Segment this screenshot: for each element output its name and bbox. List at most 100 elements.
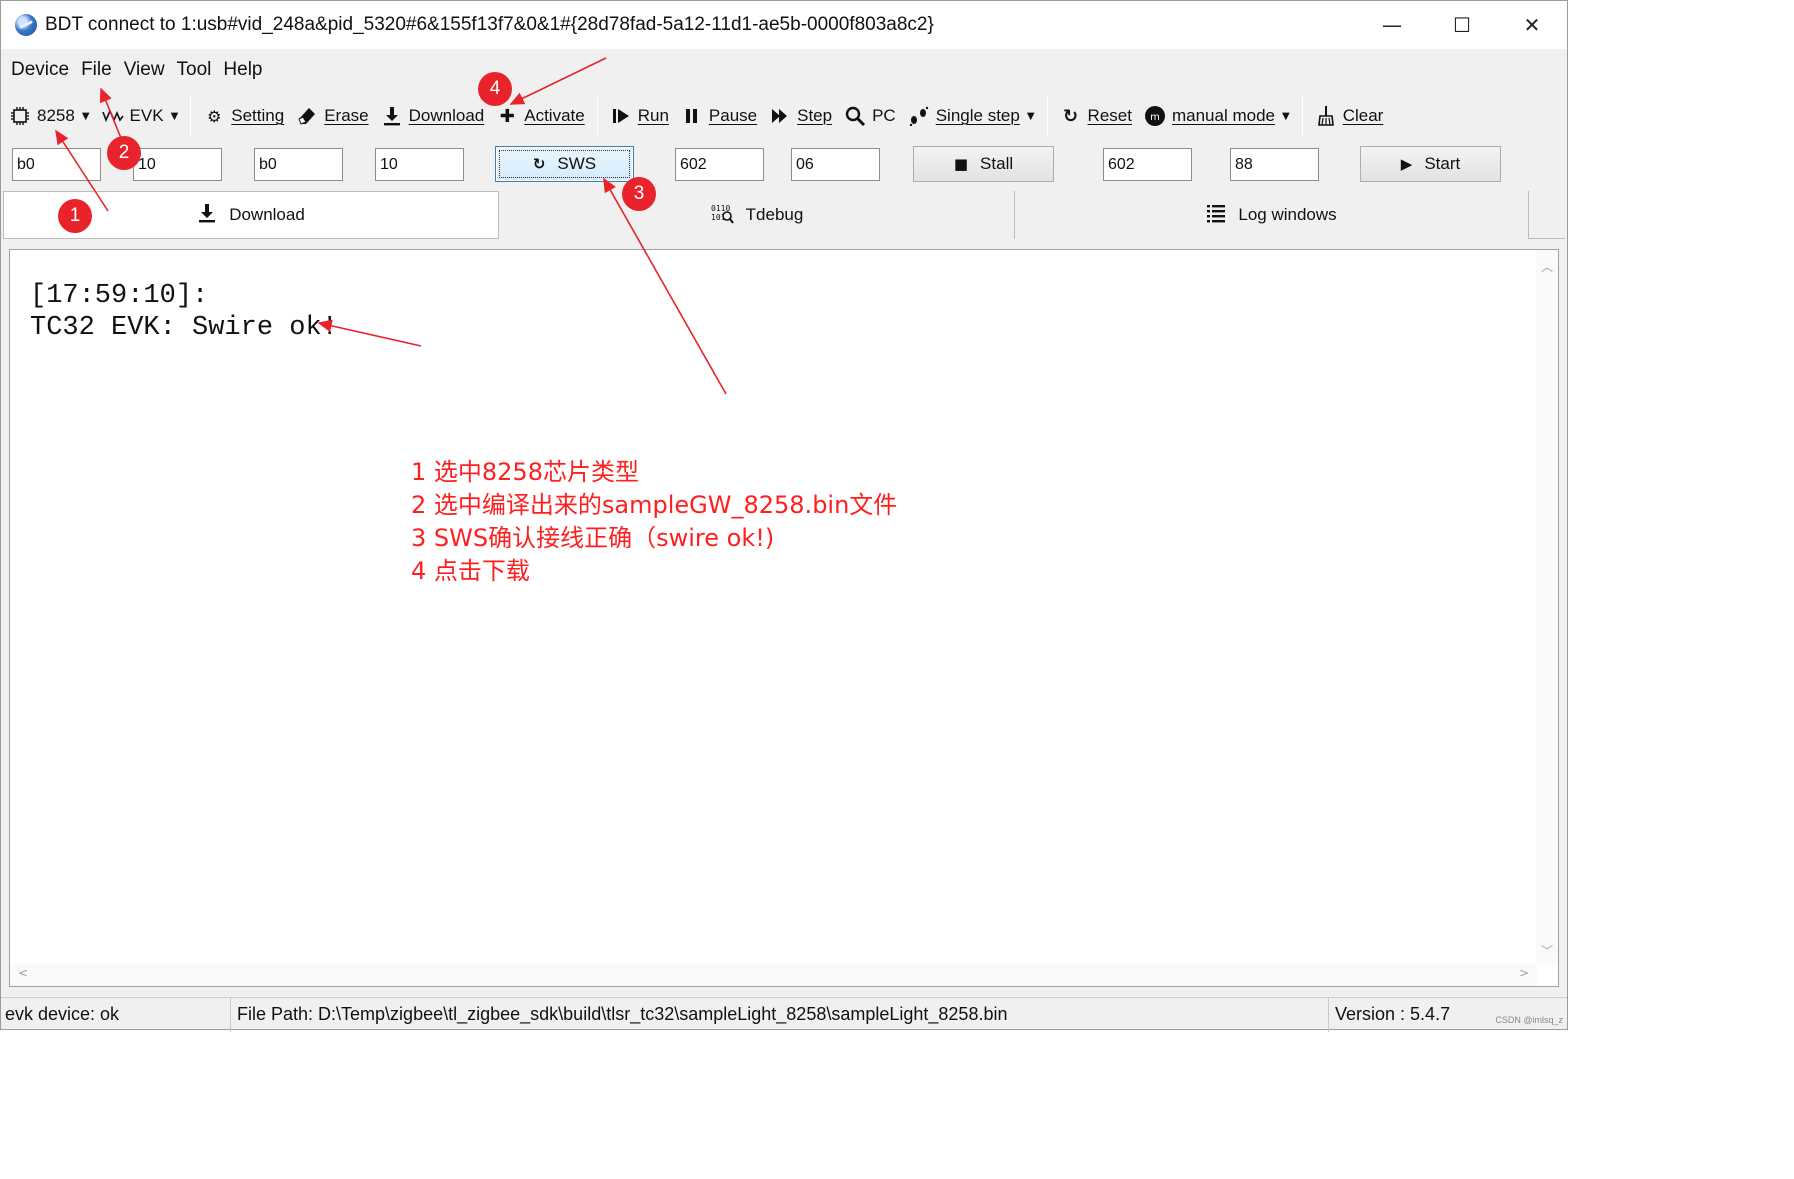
sws-label: SWS	[557, 154, 597, 173]
instruction-step-2: 2 选中编译出来的sampleGW_8258.bin文件	[411, 491, 898, 519]
value-field-2[interactable]: 10	[375, 148, 464, 181]
value-field-4[interactable]: 88	[1230, 148, 1319, 181]
svg-text:m: m	[1150, 112, 1160, 123]
waveform-icon	[101, 105, 124, 127]
single-step-dropdown[interactable]: Single step ▼	[902, 96, 1041, 136]
log-line: TC32 EVK: Swire ok!	[30, 313, 338, 343]
sws-button[interactable]: ↻ SWS	[495, 146, 634, 182]
log-line: [17:59:10]:	[30, 281, 209, 311]
scroll-up-icon[interactable]: ︿	[1541, 258, 1553, 275]
eraser-icon	[296, 105, 318, 127]
plus-icon: ✚	[499, 105, 515, 127]
start-button[interactable]: ▶ Start	[1360, 146, 1501, 182]
evk-dropdown[interactable]: EVK ▼	[96, 96, 185, 136]
toolbar-separator	[1046, 96, 1048, 136]
mode-icon: m	[1144, 105, 1166, 127]
scroll-down-icon[interactable]: ﹀	[1541, 942, 1553, 959]
address-field-2[interactable]: b0	[254, 148, 343, 181]
broom-icon	[1315, 105, 1337, 127]
scroll-right-icon[interactable]: >	[1519, 966, 1529, 980]
menu-bar: Device File View Tool Help	[1, 53, 268, 87]
reset-label: Reset	[1087, 106, 1132, 125]
file-path-status: File Path: D:\Temp\zigbee\tl_zigbee_sdk\…	[231, 997, 1329, 1032]
footsteps-icon	[908, 105, 930, 127]
watermark: CSDN @imlsq_z	[1495, 1015, 1563, 1025]
close-button[interactable]: ✕	[1497, 1, 1567, 49]
menu-tool[interactable]: Tool	[171, 59, 218, 81]
download-button[interactable]: Download	[375, 96, 491, 136]
step-icon	[769, 105, 791, 127]
download-label: Download	[408, 106, 485, 125]
reset-icon: ↻	[1063, 105, 1079, 127]
chip-icon	[9, 105, 31, 127]
window-controls: — ☐ ✕	[1357, 1, 1567, 49]
single-step-label: Single step	[935, 106, 1020, 125]
step-label: Step	[797, 106, 833, 125]
list-icon	[1206, 203, 1226, 228]
run-icon	[610, 105, 632, 127]
register-input-row: b0 10 b0 10 ↻ SWS 602 06 ■ Stall 602 88 …	[1, 145, 1567, 185]
refresh-icon: ↻	[532, 155, 546, 173]
minimize-button[interactable]: —	[1357, 1, 1427, 49]
title-bar: BDT connect to 1:usb#vid_248a&pid_5320#6…	[1, 1, 1567, 49]
step-marker-2: 2	[107, 136, 141, 170]
chip-select-dropdown[interactable]: 8258 ▼	[1, 96, 96, 136]
stall-label: Stall	[980, 154, 1014, 173]
activate-label: Activate	[524, 106, 585, 125]
manual-mode-dropdown[interactable]: m manual mode ▼	[1138, 96, 1296, 136]
address-field-3[interactable]: 602	[675, 148, 764, 181]
run-button[interactable]: Run	[604, 96, 675, 136]
window-title: BDT connect to 1:usb#vid_248a&pid_5320#6…	[45, 14, 934, 35]
chip-select-label: 8258	[37, 106, 75, 125]
menu-help[interactable]: Help	[217, 59, 268, 81]
scroll-left-icon[interactable]: <	[18, 966, 28, 980]
evk-label: EVK	[129, 106, 164, 125]
step-button[interactable]: Step	[763, 96, 838, 136]
pause-button[interactable]: Pause	[675, 96, 763, 136]
erase-button[interactable]: Erase	[290, 96, 374, 136]
erase-label: Erase	[324, 106, 369, 125]
menu-view[interactable]: View	[118, 59, 171, 81]
log-output-pane[interactable]: [17:59:10]: TC32 EVK: Swire ok! ︿ ﹀ < >	[9, 249, 1559, 987]
menu-file[interactable]: File	[75, 59, 118, 81]
pc-button[interactable]: PC	[838, 96, 902, 136]
bdt-window: BDT connect to 1:usb#vid_248a&pid_5320#6…	[0, 0, 1568, 1032]
maximize-button[interactable]: ☐	[1427, 1, 1497, 49]
pause-icon	[681, 105, 703, 127]
download-icon	[197, 202, 217, 229]
menu-device[interactable]: Device	[5, 59, 75, 81]
clear-button[interactable]: Clear	[1309, 96, 1390, 136]
instruction-step-4: 4 点击下载	[411, 557, 530, 585]
vertical-scrollbar[interactable]: ︿ ﹀	[1536, 250, 1558, 965]
toolbar-separator	[190, 96, 192, 136]
start-label: Start	[1424, 154, 1461, 173]
address-field-4[interactable]: 602	[1103, 148, 1192, 181]
tab-log-windows[interactable]: Log windows	[1015, 191, 1529, 239]
app-globe-icon	[15, 14, 37, 36]
toolbar-separator	[596, 96, 598, 136]
horizontal-scrollbar[interactable]: < >	[10, 964, 1537, 986]
tab-tdebug[interactable]: 0110 101 Tdebug	[499, 191, 1015, 239]
clear-label: Clear	[1342, 106, 1384, 125]
step-marker-3: 3	[622, 177, 656, 211]
setting-button[interactable]: ⚙ Setting	[197, 96, 290, 136]
address-field-1[interactable]: b0	[12, 148, 101, 181]
value-field-1[interactable]: 10	[133, 148, 222, 181]
instruction-step-1: 1 选中8258芯片类型	[411, 458, 639, 486]
toolbar: 8258 ▼ EVK ▼ ⚙ Setting Erase Download ✚ …	[1, 93, 1567, 139]
debug-binary-icon: 0110 101	[710, 202, 734, 229]
stop-icon: ■	[953, 155, 969, 173]
stall-button[interactable]: ■ Stall	[913, 146, 1054, 182]
chevron-down-icon: ▼	[1281, 110, 1290, 122]
reset-button[interactable]: ↻ Reset	[1054, 96, 1138, 136]
value-field-3[interactable]: 06	[791, 148, 880, 181]
instruction-step-3: 3 SWS确认接线正确（swire ok!)	[411, 524, 775, 552]
tab-log-windows-label: Log windows	[1238, 205, 1337, 224]
instruction-annotation: 1 选中8258芯片类型 2 选中编译出来的sampleGW_8258.bin文件…	[411, 456, 897, 588]
tab-bar: Download 0110 101 Tdebug Log windows	[3, 191, 1565, 239]
device-status: evk device: ok	[1, 997, 231, 1032]
tab-tdebug-label: Tdebug	[745, 205, 804, 224]
chevron-down-icon: ▼	[1026, 110, 1035, 122]
play-icon: ▶	[1400, 155, 1413, 173]
manual-mode-label: manual mode	[1171, 106, 1275, 125]
